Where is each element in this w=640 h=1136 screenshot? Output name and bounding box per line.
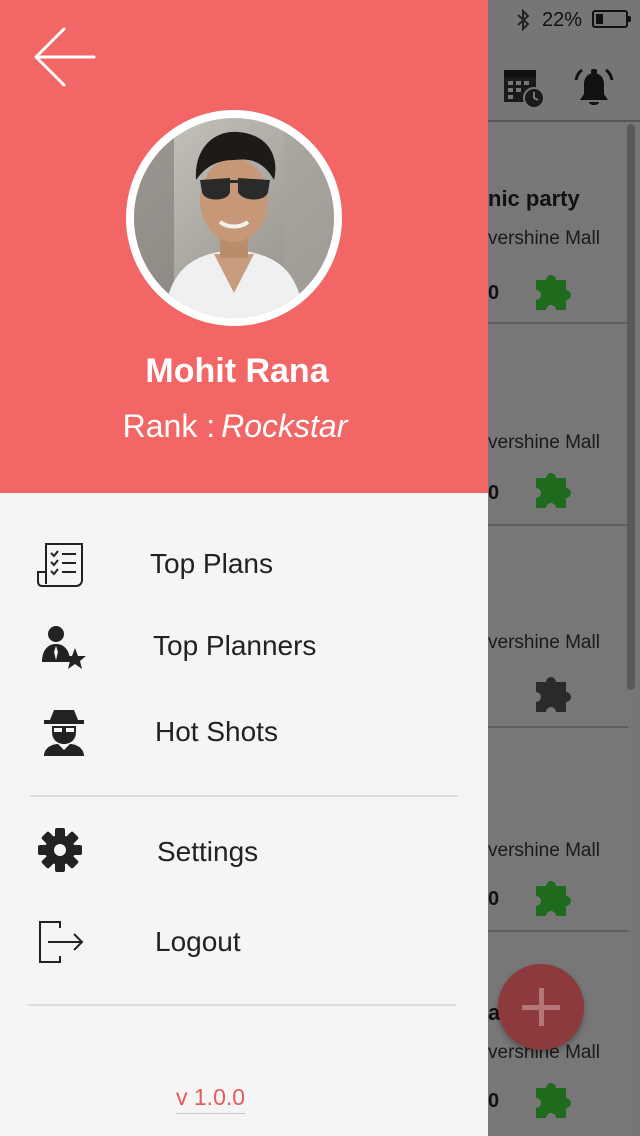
card-venue: vershine Mall — [488, 432, 600, 453]
toolbar-divider — [488, 120, 640, 122]
puzzle-icon — [536, 677, 572, 712]
rank-value: Rockstar — [221, 408, 348, 444]
menu-divider — [30, 795, 458, 797]
user-rank: Rank : Rockstar — [0, 408, 470, 445]
drawer-header: Mohit Rana Rank : Rockstar — [0, 0, 488, 493]
puzzle-icon — [536, 275, 572, 310]
bluetooth-icon — [517, 9, 530, 31]
menu-label: Top Planners — [153, 630, 317, 661]
spy-icon — [44, 710, 84, 756]
rank-label: Rank : — [122, 408, 216, 444]
status-bar: 22% — [488, 0, 640, 40]
card-count: 0 — [488, 888, 500, 910]
card-venue: vershine Mall — [488, 840, 600, 861]
menu-label: Logout — [155, 926, 241, 957]
add-plan-button[interactable] — [498, 964, 584, 1050]
user-star-icon — [42, 626, 86, 669]
menu-item-settings[interactable]: Settings — [0, 816, 488, 886]
user-name: Mohit Rana — [145, 352, 329, 390]
menu-label: Settings — [157, 836, 259, 867]
menu-item-hot-shots[interactable]: Hot Shots — [0, 694, 488, 764]
card-venue: vershine Mall — [488, 228, 600, 249]
menu-label: Top Plans — [150, 548, 273, 579]
menu-item-top-plans[interactable]: Top Plans — [0, 528, 488, 598]
avatar[interactable] — [126, 110, 342, 326]
menu-label: Hot Shots — [155, 716, 278, 747]
checklist-icon — [37, 543, 83, 587]
card-title: nic party — [488, 186, 580, 211]
back-arrow-icon[interactable] — [30, 24, 100, 90]
card-venue: vershine Mall — [488, 632, 600, 653]
menu-item-logout[interactable]: Logout — [0, 906, 488, 976]
card-count: 0 — [488, 282, 500, 304]
menu-item-top-planners[interactable]: Top Planners — [0, 610, 488, 680]
plan-card[interactable]: vershine Mall 0 — [488, 728, 628, 932]
plan-card[interactable]: vershine Mall 0 — [488, 324, 628, 526]
logout-icon — [39, 921, 84, 963]
puzzle-icon — [536, 1083, 572, 1118]
plan-card[interactable]: nic party vershine Mall 0 — [488, 124, 628, 324]
puzzle-icon — [536, 473, 572, 508]
plan-card[interactable]: vershine Mall — [488, 526, 628, 728]
menu-divider — [28, 1004, 456, 1006]
scrollbar[interactable] — [627, 124, 635, 690]
battery-icon — [592, 10, 631, 28]
calendar-clock-icon[interactable] — [502, 66, 546, 110]
card-count: 0 — [488, 1090, 500, 1112]
profile-photo — [134, 118, 334, 318]
background-app-screen: 22% nic party vershine Mall 0 vershine M… — [488, 0, 640, 1136]
bell-icon[interactable] — [572, 66, 616, 110]
card-count: 0 — [488, 482, 500, 504]
app-version: v 1.0.0 — [176, 1084, 246, 1114]
battery-percent: 22% — [542, 9, 583, 31]
gear-icon — [38, 828, 82, 872]
puzzle-icon — [536, 881, 572, 916]
navigation-drawer: Mohit Rana Rank : Rockstar Top Plans Top … — [0, 0, 488, 1136]
